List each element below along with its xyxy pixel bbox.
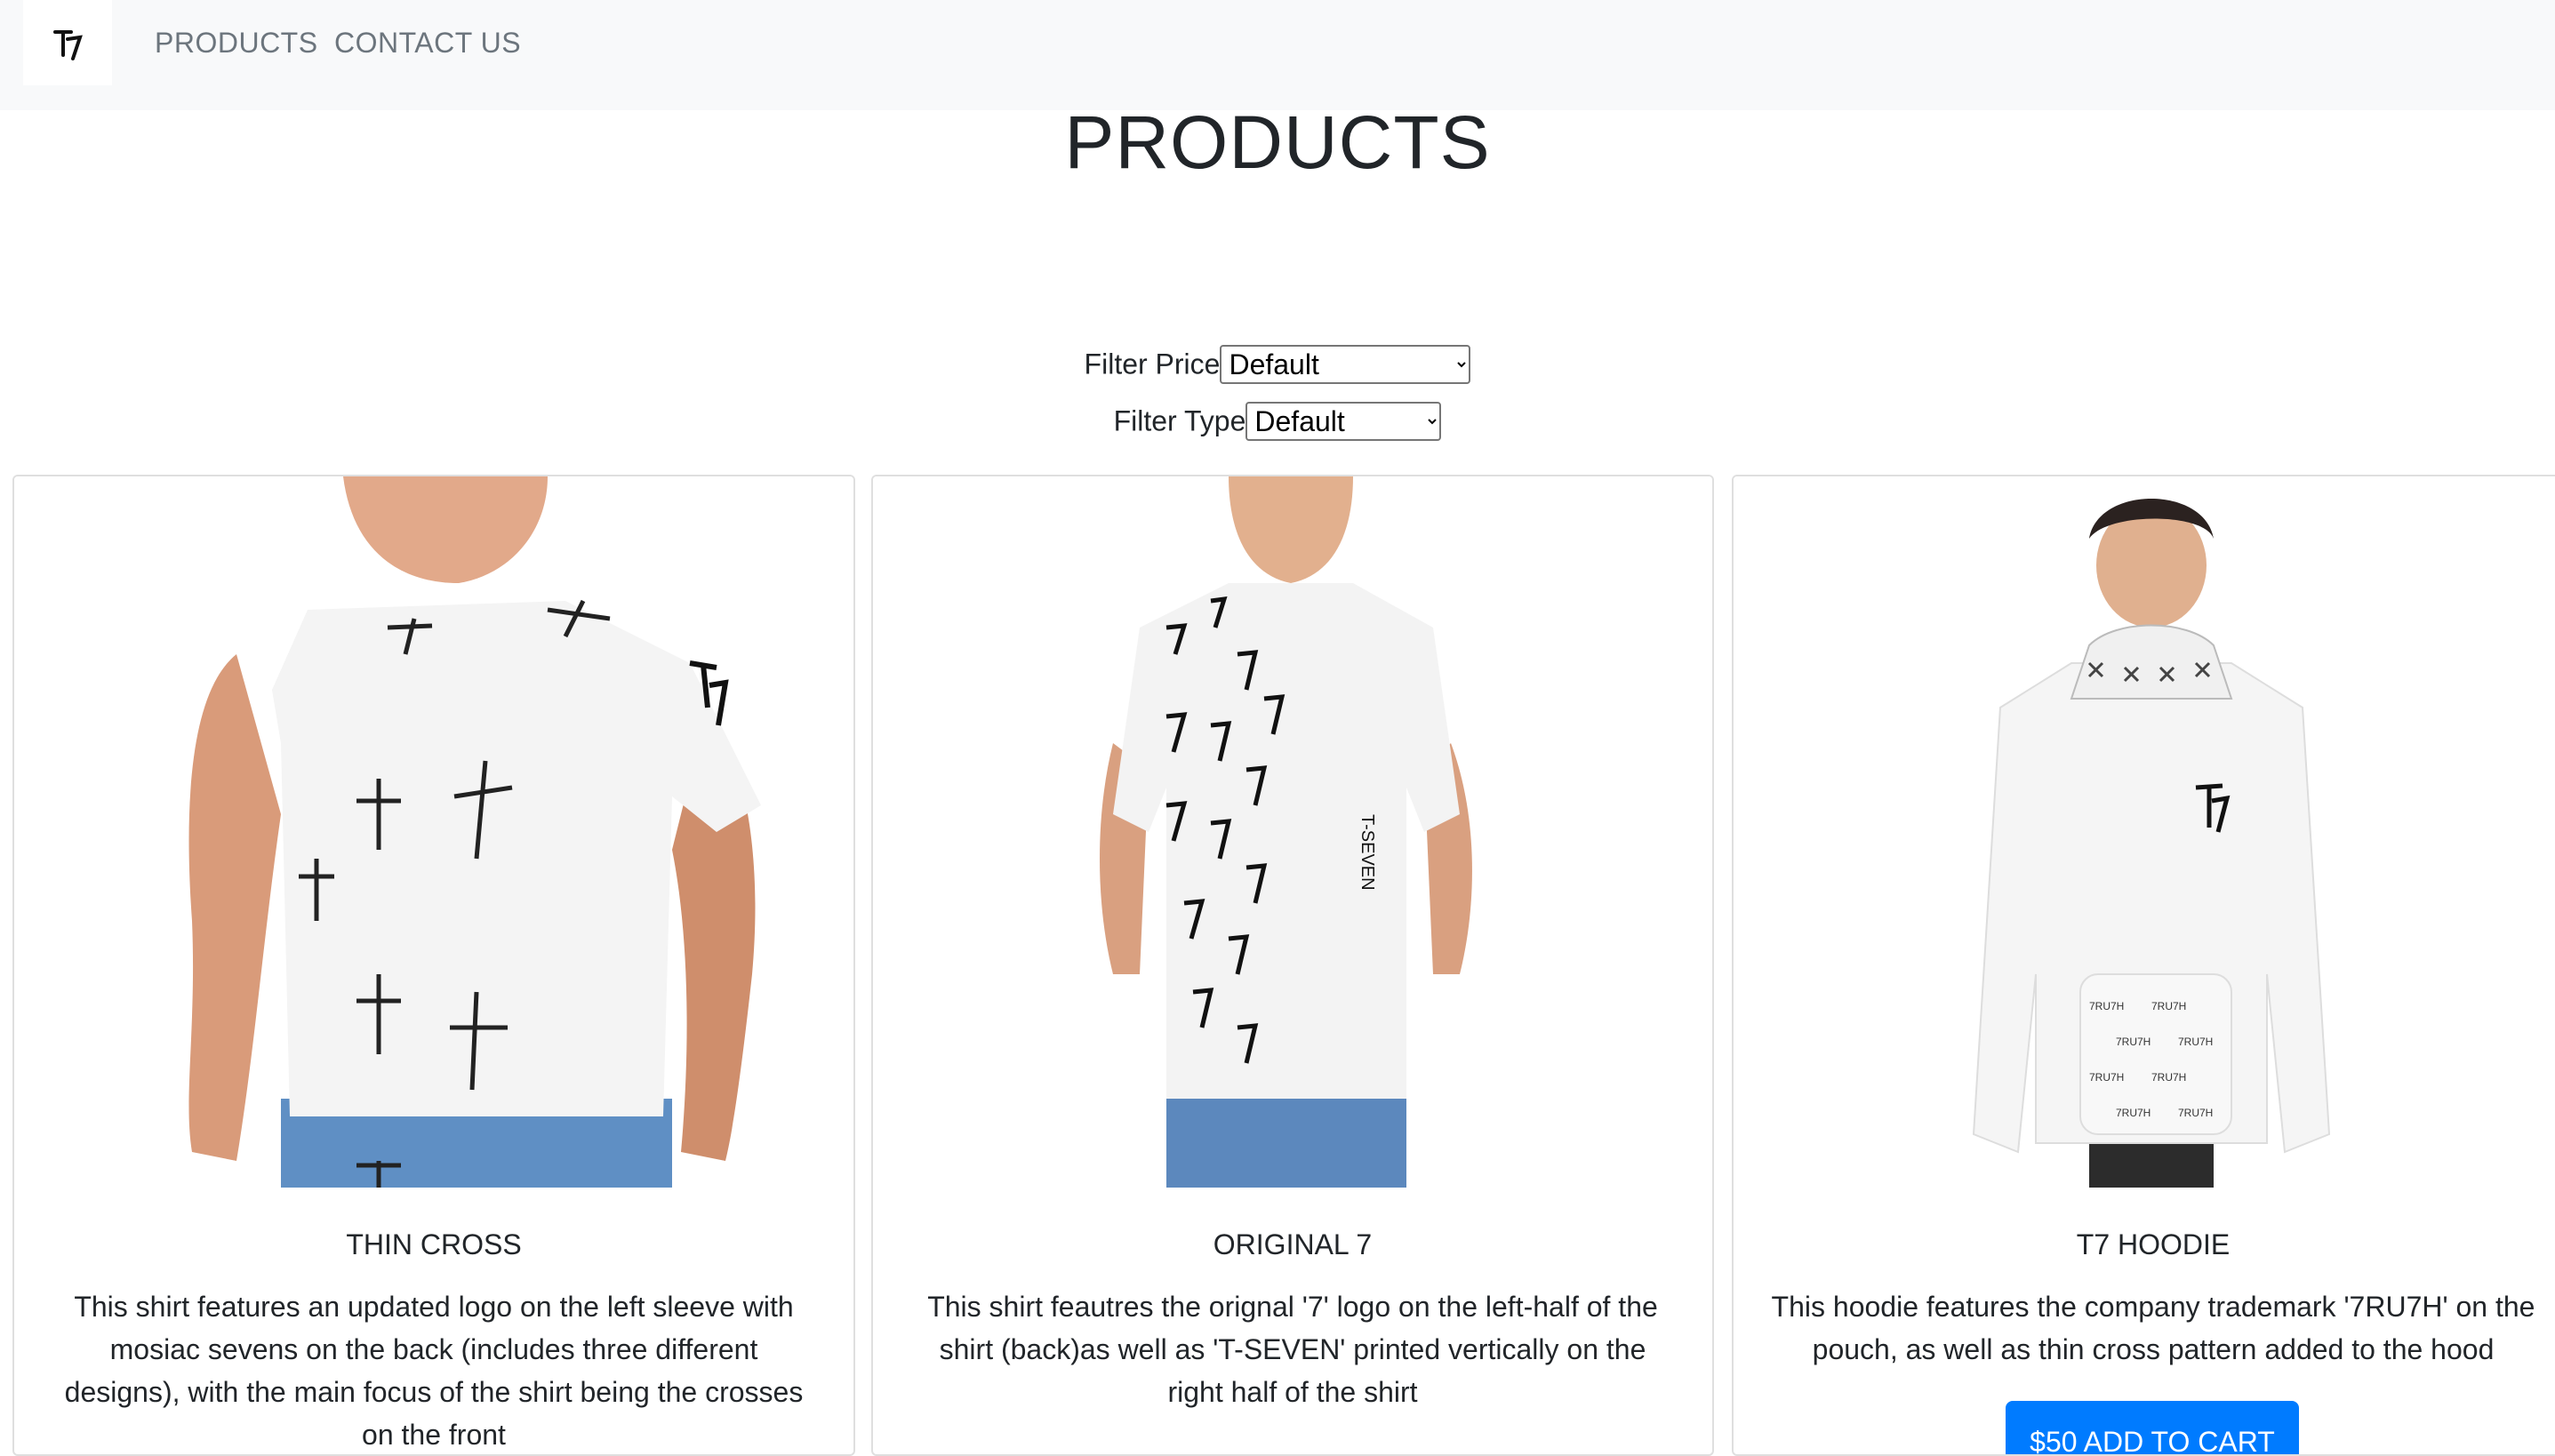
svg-text:7RU7H: 7RU7H [2089, 1000, 2124, 1012]
product-image-thin-cross [14, 476, 853, 1188]
page-title: PRODUCTS [1064, 100, 1491, 184]
nav-link-contact-us[interactable]: CONTACT US [334, 27, 521, 60]
svg-text:7RU7H: 7RU7H [2151, 1071, 2186, 1084]
svg-text:7RU7H: 7RU7H [2116, 1036, 2151, 1048]
brand-logo[interactable] [23, 0, 112, 85]
add-to-cart-button[interactable]: $50 ADD TO CART [2006, 1401, 2299, 1454]
filter-price-row: Filter Price Default [0, 345, 2555, 384]
product-card: 7RU7H 7RU7H 7RU7H 7RU7H 7RU7H 7RU7H 7RU7H 7R… [1732, 475, 2555, 1456]
svg-text:7RU7H: 7RU7H [2178, 1036, 2213, 1048]
filter-price-select[interactable]: Default [1220, 345, 1471, 384]
filter-type-row: Filter Type Default [0, 402, 2555, 441]
product-card: THIN CROSS This shirt features an update… [12, 475, 855, 1456]
t7-logo-icon [53, 30, 83, 60]
product-image-original-7: T-SEVEN [873, 476, 1712, 1188]
product-name: T7 HOODIE [2076, 1228, 2231, 1260]
thin-cross-shirt-image [188, 476, 761, 1188]
svg-text:7RU7H: 7RU7H [2116, 1107, 2151, 1119]
filter-type-label: Filter Type [1113, 404, 1246, 437]
original-7-shirt-image: T-SEVEN [1100, 476, 1472, 1188]
filter-type-select[interactable]: Default [1245, 402, 1442, 441]
svg-text:7RU7H: 7RU7H [2178, 1107, 2213, 1119]
svg-text:7RU7H: 7RU7H [2151, 1000, 2186, 1012]
navbar: PRODUCTS CONTACT US [0, 0, 2555, 110]
product-name: THIN CROSS [346, 1228, 522, 1260]
svg-text:7RU7H: 7RU7H [2089, 1071, 2124, 1084]
product-description: This hoodie features the company tradema… [1771, 1291, 2535, 1365]
svg-text:T-SEVEN: T-SEVEN [1358, 814, 1377, 891]
filter-price-label: Filter Price [1084, 348, 1221, 380]
product-description: This shirt features an updated logo on t… [64, 1291, 804, 1451]
product-name: ORIGINAL 7 [1213, 1228, 1373, 1260]
product-description: This shirt feautres the orignal '7' logo… [927, 1291, 1658, 1408]
nav-link-products[interactable]: PRODUCTS [155, 27, 318, 60]
product-image-t7-hoodie: 7RU7H 7RU7H 7RU7H 7RU7H 7RU7H 7RU7H 7RU7H 7R… [1734, 476, 2555, 1188]
product-card: T-SEVEN ORIGINAL 7 This shirt feautres t… [871, 475, 1714, 1456]
t7-hoodie-image: 7RU7H 7RU7H 7RU7H 7RU7H 7RU7H 7RU7H 7RU7H 7R… [1972, 499, 2331, 1188]
